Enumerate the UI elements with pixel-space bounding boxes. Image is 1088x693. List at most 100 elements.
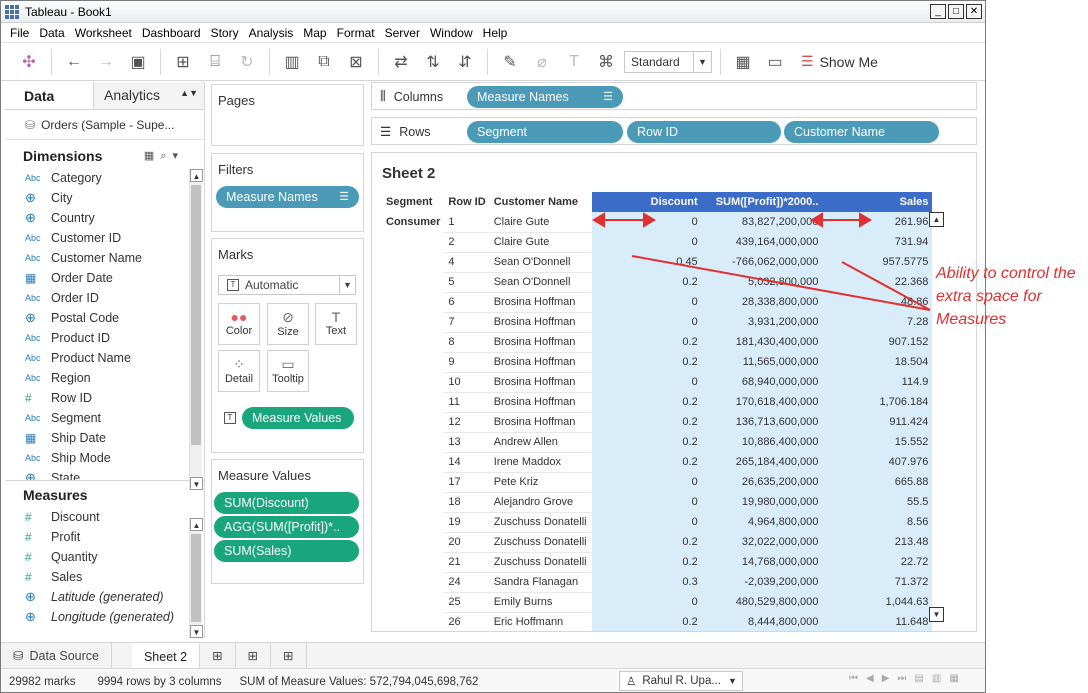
dimensions-scrollbar[interactable]: ▲ ▼ <box>189 169 203 490</box>
filter-pill[interactable]: Measure Names ☰ <box>216 186 359 208</box>
customer-name-cell[interactable]: Zuschuss Donatelli <box>489 552 592 573</box>
customer-name-cell[interactable]: Eric Hoffmann <box>489 612 592 631</box>
customer-name-cell[interactable]: Sean O'Donnell <box>489 272 592 293</box>
header-customer-name[interactable]: Customer Name <box>490 192 592 212</box>
row-id-cell[interactable]: 11 <box>444 392 490 413</box>
field-item[interactable]: ⊕ Postal Code <box>5 308 204 328</box>
field-item[interactable]: Abc Category <box>5 168 204 188</box>
sales-cell[interactable]: 731.94 <box>822 232 933 253</box>
show-cards-icon[interactable]: ▦ <box>729 49 757 75</box>
row-id-cell[interactable]: 19 <box>444 512 490 533</box>
profit-cell[interactable]: -766,062,000,000 <box>701 252 823 273</box>
detail-button[interactable]: ⁘ Detail <box>218 350 260 392</box>
close-button[interactable]: ✕ <box>966 4 982 19</box>
profit-cell[interactable]: 136,713,600,000 <box>701 412 823 433</box>
customer-name-cell[interactable]: Brosina Hoffman <box>489 312 592 333</box>
discount-cell[interactable]: 0 <box>591 312 702 333</box>
sales-cell[interactable]: 114.9 <box>822 372 933 393</box>
user-menu[interactable]: ♙ Rahul R. Upa... ▼ <box>619 671 743 691</box>
customer-name-cell[interactable]: Claire Gute <box>489 232 592 253</box>
presentation-mode-icon[interactable]: ▭ <box>761 49 789 75</box>
group-icon[interactable]: ⌀ <box>528 49 556 75</box>
fit-select[interactable]: Standard ▼ <box>624 50 712 73</box>
pause-updates-icon[interactable]: ⌸ <box>201 49 229 75</box>
sales-cell[interactable]: 22.72 <box>822 552 933 573</box>
profit-cell[interactable]: -2,039,200,000 <box>701 572 823 593</box>
header-sales[interactable]: Sales <box>822 192 933 212</box>
field-item[interactable]: Abc Product Name <box>5 348 204 368</box>
field-item[interactable]: ⊕ Country <box>5 208 204 228</box>
field-item[interactable]: ⊕ Latitude (generated) <box>5 587 204 607</box>
highlight-icon[interactable]: ✎ <box>496 49 524 75</box>
discount-cell[interactable]: 0.2 <box>591 352 702 373</box>
sales-cell[interactable]: 213.48 <box>822 532 933 553</box>
data-source-tab[interactable]: ⛁ Data Source <box>1 642 112 669</box>
field-item[interactable]: Abc Customer Name <box>5 248 204 268</box>
profit-cell[interactable]: 10,886,400,000 <box>701 432 823 453</box>
new-datasource-icon[interactable]: ⊞ <box>169 49 197 75</box>
sales-cell[interactable]: 18.504 <box>822 352 933 373</box>
scroll-down-icon[interactable]: ▼ <box>929 607 944 622</box>
show-me-button[interactable]: ☰ Show Me <box>801 53 878 70</box>
row-id-cell[interactable]: 8 <box>444 332 490 353</box>
menu-item-dashboard[interactable]: Dashboard <box>137 26 206 40</box>
first-sheet-icon[interactable]: ⏮ <box>849 673 858 684</box>
discount-cell[interactable]: 0.2 <box>591 392 702 413</box>
fix-axes-icon[interactable]: ⌘ <box>592 49 620 75</box>
menu-item-file[interactable]: File <box>5 26 34 40</box>
discount-cell[interactable]: 0.2 <box>591 452 702 473</box>
sheet-tab[interactable]: Sheet 2 <box>131 642 201 669</box>
field-item[interactable]: # Quantity <box>5 547 204 567</box>
field-item[interactable]: ⊕ State <box>5 468 204 480</box>
profit-cell[interactable]: 439,164,000,000 <box>701 232 823 253</box>
columns-pill[interactable]: Measure Names ☰ <box>467 86 623 108</box>
discount-cell[interactable]: 0.2 <box>591 432 702 453</box>
menu-item-map[interactable]: Map <box>298 26 331 40</box>
customer-name-cell[interactable]: Claire Gute <box>489 212 592 233</box>
field-item[interactable]: Abc Customer ID <box>5 228 204 248</box>
sales-cell[interactable]: 55.5 <box>822 492 933 513</box>
field-item[interactable]: Abc Ship Mode <box>5 448 204 468</box>
size-button[interactable]: ⊘ Size <box>267 303 309 345</box>
filters-card[interactable]: Filters Measure Names ☰ <box>211 153 364 232</box>
row-id-cell[interactable]: 7 <box>444 312 490 333</box>
discount-cell[interactable]: 0 <box>591 292 702 313</box>
row-id-cell[interactable]: 1 <box>444 212 490 233</box>
mark-type-select[interactable]: T Automatic ▼ <box>218 275 356 295</box>
rows-pill[interactable]: Customer Name <box>784 121 939 143</box>
customer-name-cell[interactable]: Brosina Hoffman <box>489 292 592 313</box>
back-icon[interactable]: ← <box>60 49 88 75</box>
sales-cell[interactable]: 7.28 <box>822 312 933 333</box>
row-id-cell[interactable]: 10 <box>444 372 490 393</box>
discount-cell[interactable]: 0.2 <box>591 552 702 573</box>
datasource-item[interactable]: ⛁ Orders (Sample - Supe... <box>5 110 204 140</box>
customer-name-cell[interactable]: Zuschuss Donatelli <box>489 512 592 533</box>
rows-pill[interactable]: Row ID <box>627 121 781 143</box>
profit-cell[interactable]: 32,022,000,000 <box>701 532 823 553</box>
forward-icon[interactable]: → <box>92 49 120 75</box>
header-row-id[interactable]: Row ID <box>444 192 489 212</box>
rows-shelf[interactable]: ☰ Rows Segment Row ID Customer Name <box>371 117 977 145</box>
field-item[interactable]: Abc Order ID <box>5 288 204 308</box>
row-id-cell[interactable]: 18 <box>444 492 490 513</box>
field-item[interactable]: # Discount <box>5 507 204 527</box>
profit-cell[interactable]: 4,964,800,000 <box>701 512 823 533</box>
sales-cell[interactable]: 665.88 <box>822 472 933 493</box>
row-id-cell[interactable]: 24 <box>444 572 490 593</box>
sales-cell[interactable]: 1,044.63 <box>822 592 933 613</box>
new-worksheet-icon[interactable]: ▥ <box>278 49 306 75</box>
profit-cell[interactable]: 5,032,800,000 <box>701 272 823 293</box>
last-sheet-icon[interactable]: ⏭ <box>897 673 906 684</box>
header-segment[interactable]: Segment <box>382 192 444 212</box>
sort-ascending-icon[interactable]: ⇅ <box>419 49 447 75</box>
row-id-cell[interactable]: 25 <box>444 592 490 613</box>
dimension-tools-icon[interactable]: ▦⌕▾ <box>144 149 184 163</box>
discount-cell[interactable]: 0 <box>591 372 702 393</box>
header-discount[interactable]: Discount <box>591 192 702 212</box>
menu-item-help[interactable]: Help <box>478 26 513 40</box>
columns-shelf[interactable]: ⫼ Columns Measure Names ☰ <box>371 82 977 110</box>
row-id-cell[interactable]: 21 <box>444 552 490 573</box>
sort-descending-icon[interactable]: ⇵ <box>451 49 479 75</box>
field-item[interactable]: ▦ Order Date <box>5 268 204 288</box>
measures-scrollbar[interactable]: ▲ ▼ <box>189 518 203 638</box>
